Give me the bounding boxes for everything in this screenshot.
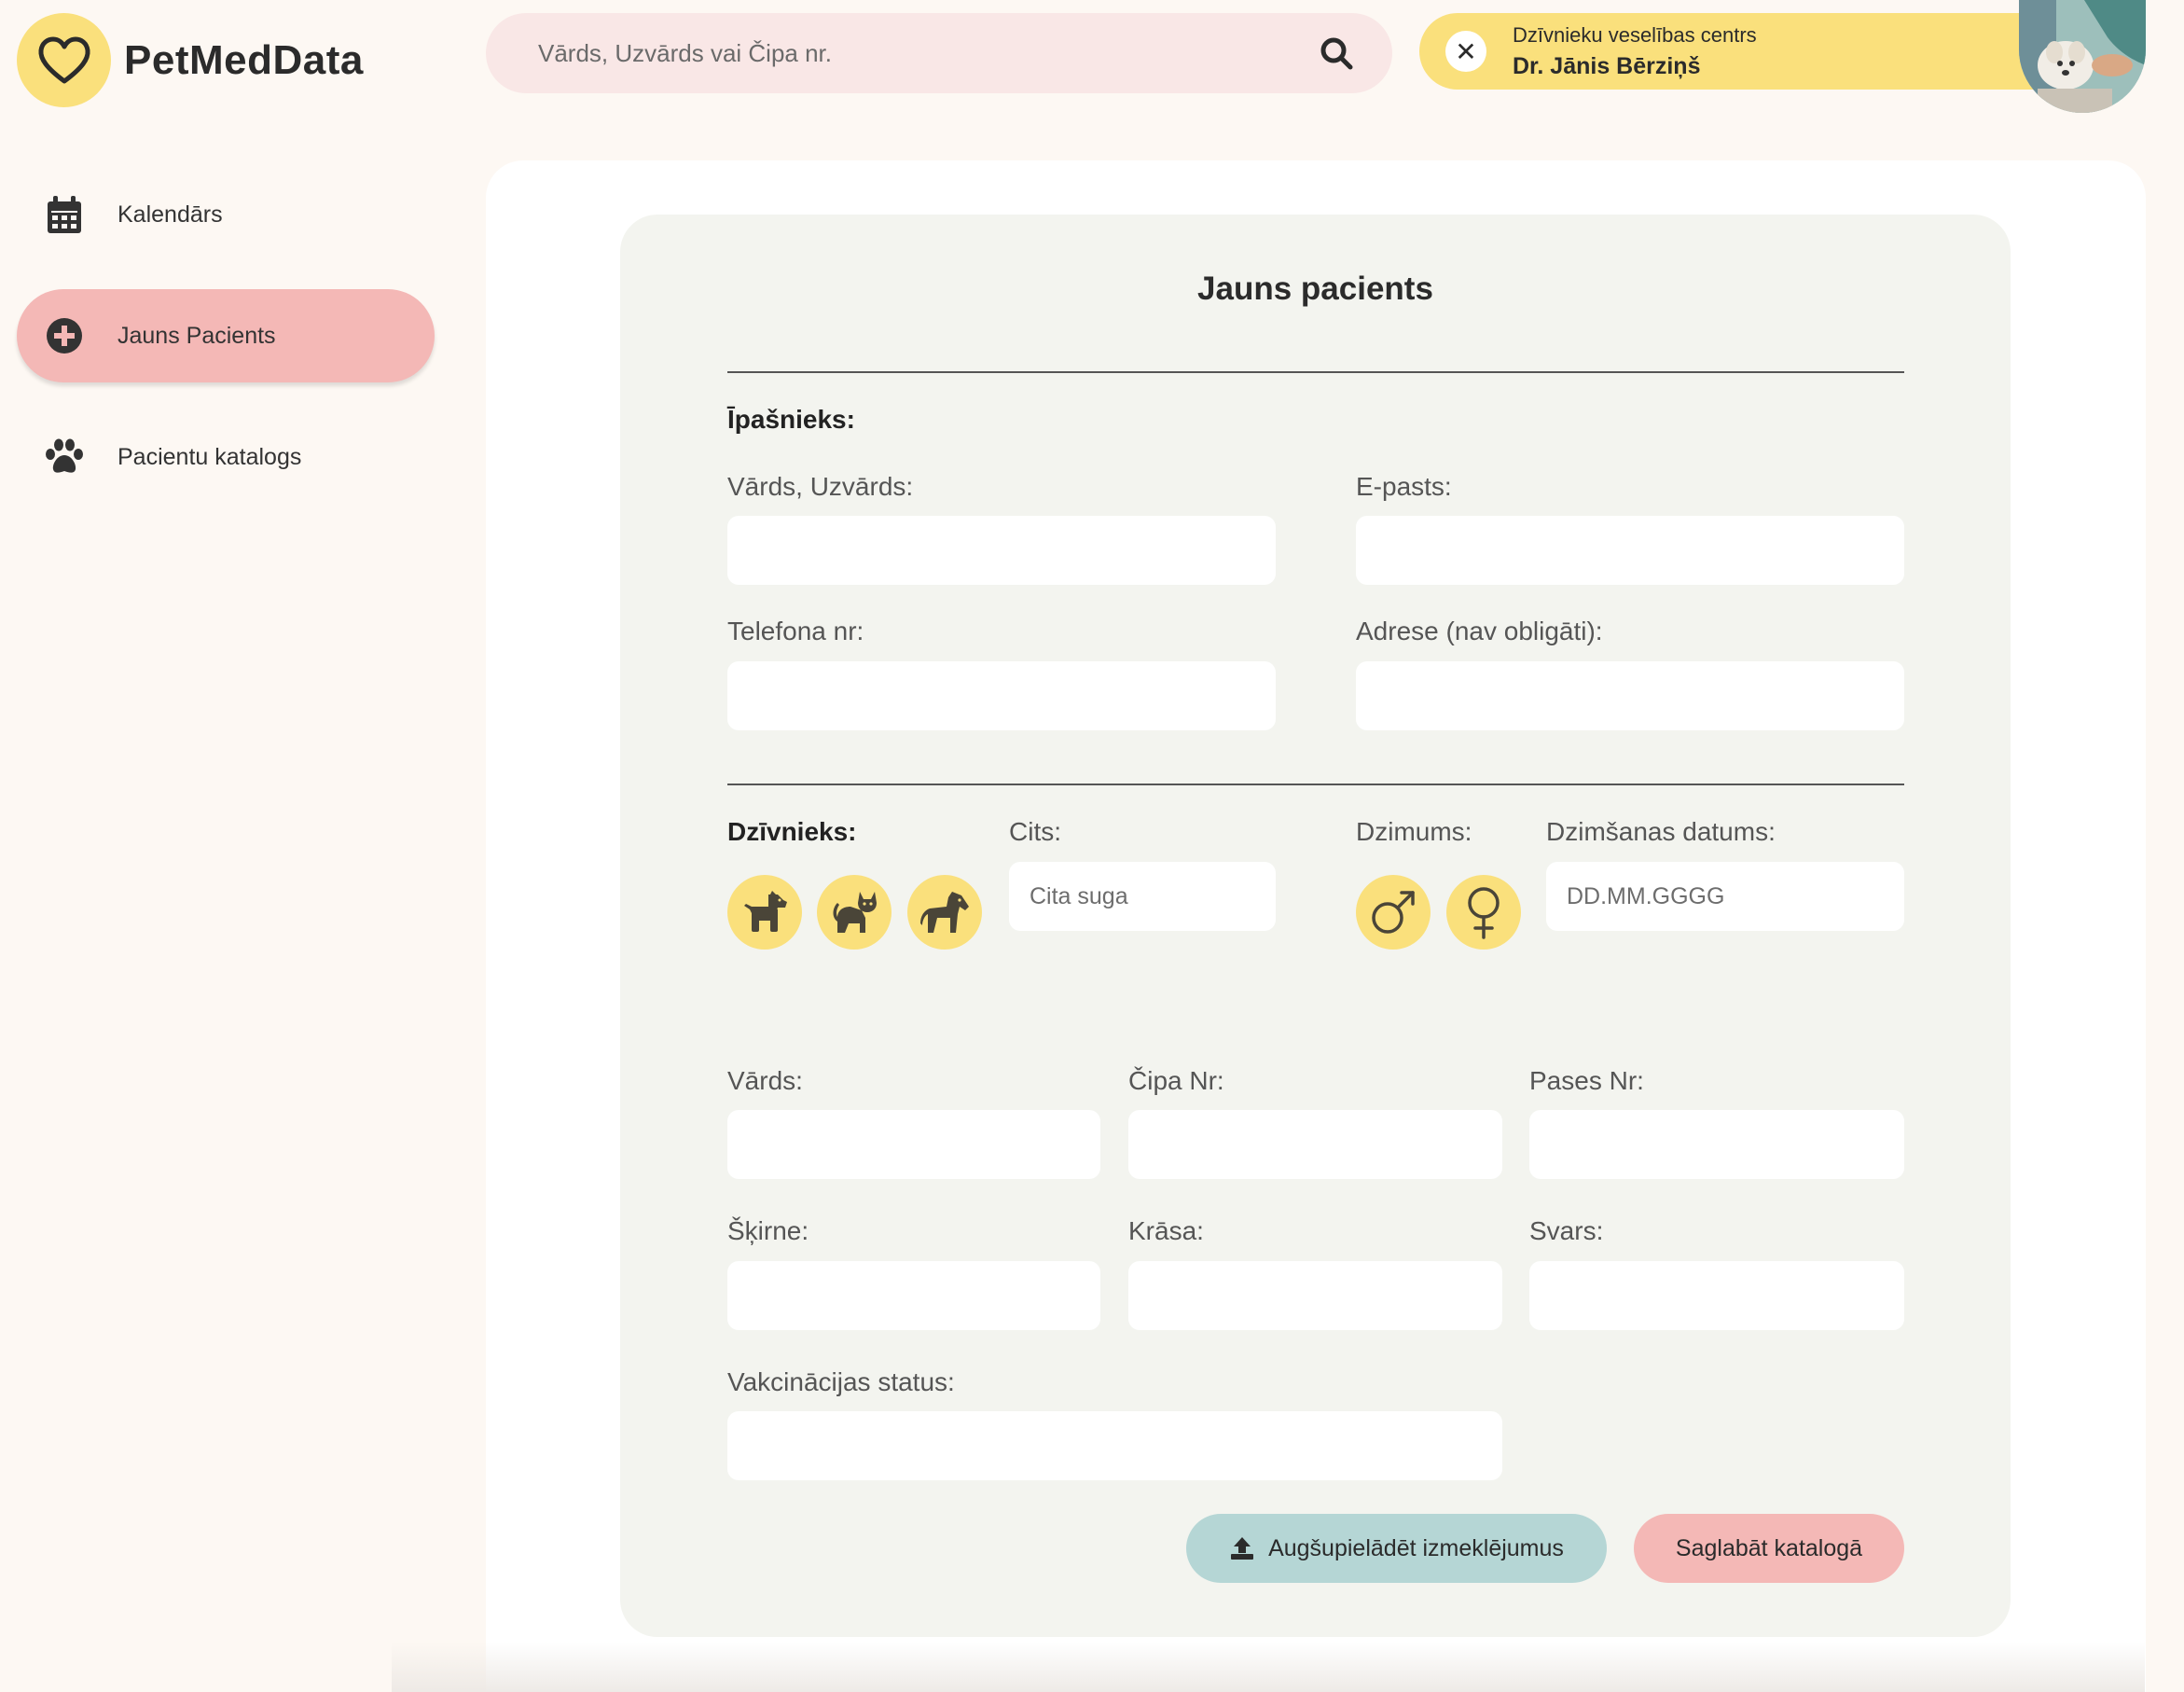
horse-icon	[920, 892, 969, 933]
species-cat-button[interactable]	[817, 875, 892, 950]
passport-number-field[interactable]	[1529, 1110, 1904, 1179]
female-icon	[1468, 887, 1500, 939]
other-species-field[interactable]	[1009, 862, 1276, 931]
upload-icon	[1231, 1537, 1254, 1560]
save-to-catalog-button[interactable]: Saglabāt katalogā	[1634, 1514, 1904, 1583]
animal-name-label: Vārds:	[727, 1066, 803, 1095]
species-horse-button[interactable]	[907, 875, 982, 950]
user-name: Dr. Jānis Bērziņš	[1513, 52, 1701, 79]
cat-icon	[833, 892, 877, 933]
paw-icon	[45, 437, 84, 477]
sidebar: Kalendārs Jauns Pacients Pacientu katalo…	[17, 168, 435, 532]
chip-number-field[interactable]	[1128, 1110, 1502, 1179]
weight-label: Svars:	[1529, 1216, 1604, 1245]
owner-email-field[interactable]	[1356, 516, 1904, 585]
sidebar-item-calendar[interactable]: Kalendārs	[17, 168, 435, 261]
heart-icon	[17, 13, 111, 107]
upload-results-button[interactable]: Augšupielādēt izmeklējumus	[1186, 1514, 1607, 1583]
sex-male-button[interactable]	[1356, 875, 1431, 950]
vaccination-status-field[interactable]	[727, 1411, 1502, 1480]
sidebar-item-label: Pacientu katalogs	[117, 443, 302, 470]
birthdate-label: Dzimšanas datums:	[1546, 817, 1776, 846]
species-dog-button[interactable]	[727, 875, 802, 950]
avatar[interactable]	[2019, 0, 2146, 113]
close-icon[interactable]: ✕	[1445, 31, 1486, 72]
owner-email-label: E-pasts:	[1356, 472, 1452, 501]
owner-phone-label: Telefona nr:	[727, 617, 864, 645]
other-species-label: Cits:	[1009, 817, 1061, 846]
search-input[interactable]	[538, 38, 1318, 68]
sex-female-button[interactable]	[1446, 875, 1521, 950]
dog-icon	[744, 891, 787, 932]
sidebar-item-patient-catalog[interactable]: Pacientu katalogs	[17, 410, 435, 504]
vaccination-status-label: Vakcinācijas status:	[727, 1367, 955, 1396]
breed-label: Šķirne:	[727, 1216, 809, 1245]
owner-name-field[interactable]	[727, 516, 1276, 585]
owner-address-label: Adrese (nav obligāti):	[1356, 617, 1603, 645]
male-icon	[1372, 891, 1415, 934]
search-icon[interactable]	[1318, 35, 1355, 72]
birthdate-field[interactable]	[1546, 862, 1904, 931]
sidebar-item-label: Kalendārs	[117, 201, 223, 228]
animal-section-label: Dzīvnieks:	[727, 817, 857, 846]
save-button-label: Saglabāt katalogā	[1675, 1534, 1863, 1561]
chip-number-label: Čipa Nr:	[1128, 1066, 1224, 1095]
app-logo[interactable]: PetMedData	[17, 13, 364, 107]
app-name: PetMedData	[124, 36, 364, 83]
color-field[interactable]	[1128, 1261, 1502, 1330]
passport-number-label: Pases Nr:	[1529, 1066, 1644, 1095]
card-shadow	[392, 1642, 2145, 1692]
plus-circle-icon	[45, 316, 84, 355]
top-bar: PetMedData ✕ Dzīvnieku veselības centrs …	[0, 0, 2184, 121]
upload-button-label: Augšupielādēt izmeklējumus	[1268, 1534, 1564, 1561]
color-label: Krāsa:	[1128, 1216, 1204, 1245]
weight-field[interactable]	[1529, 1261, 1904, 1330]
user-panel: ✕ Dzīvnieku veselības centrs Dr. Jānis B…	[1419, 13, 2072, 90]
owner-name-label: Vārds, Uzvārds:	[727, 472, 914, 501]
form-title: Jauns pacients	[1197, 270, 1433, 307]
owner-address-field[interactable]	[1356, 661, 1904, 730]
calendar-icon	[45, 195, 84, 234]
owner-phone-field[interactable]	[727, 661, 1276, 730]
breed-field[interactable]	[727, 1261, 1100, 1330]
user-organization: Dzīvnieku veselības centrs	[1513, 22, 1757, 47]
sidebar-item-label: Jauns Pacients	[117, 322, 276, 349]
sex-label: Dzimums:	[1356, 817, 1472, 846]
new-patient-form: Jauns pacients Īpašnieks: Vārds, Uzvārds…	[620, 215, 2011, 1637]
sidebar-item-new-patient[interactable]: Jauns Pacients	[17, 289, 435, 382]
owner-section-label: Īpašnieks:	[727, 405, 855, 434]
divider	[727, 371, 1904, 373]
animal-name-field[interactable]	[727, 1110, 1100, 1179]
divider	[727, 784, 1904, 785]
search-bar	[486, 13, 1392, 93]
